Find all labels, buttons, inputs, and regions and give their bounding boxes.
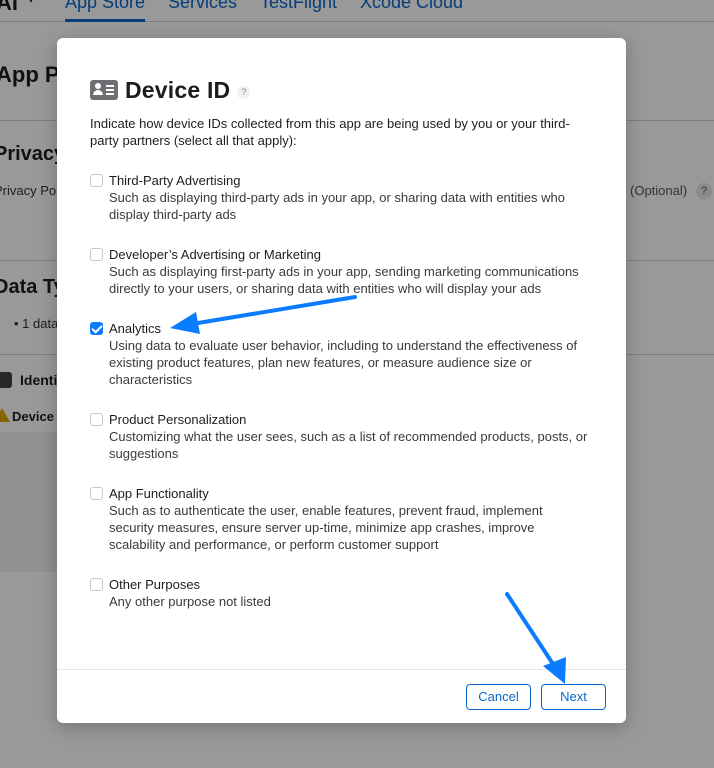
option-label: Other Purposes xyxy=(109,577,201,592)
option-label: Analytics xyxy=(109,321,162,336)
option-label: App Functionality xyxy=(109,486,209,501)
id-card-icon xyxy=(90,80,118,100)
checkbox-checked[interactable] xyxy=(90,322,103,335)
option-third-party-advertising[interactable]: Third-Party Advertising Such as displayi… xyxy=(90,172,590,223)
option-description: Any other purpose not listed xyxy=(109,594,271,609)
help-icon[interactable]: ? xyxy=(237,85,251,99)
checkbox[interactable] xyxy=(90,413,103,426)
option-description: Using data to evaluate user behavior, in… xyxy=(109,338,578,387)
option-description: Such as displaying third-party ads in yo… xyxy=(109,190,565,222)
option-label: Third-Party Advertising xyxy=(109,173,241,188)
next-button[interactable]: Next xyxy=(541,684,606,710)
option-product-personalization[interactable]: Product Personalization Customizing what… xyxy=(90,411,590,462)
option-app-functionality[interactable]: App Functionality Such as to authenticat… xyxy=(90,485,590,553)
option-analytics[interactable]: Analytics Using data to evaluate user be… xyxy=(90,320,590,388)
option-description: Such as displaying first-party ads in yo… xyxy=(109,264,579,296)
device-id-dialog: Device ID ? Indicate how device IDs coll… xyxy=(57,38,626,723)
option-description: Customizing what the user sees, such as … xyxy=(109,429,588,461)
dialog-title: Device ID xyxy=(125,76,231,103)
cancel-button[interactable]: Cancel xyxy=(466,684,531,710)
option-other-purposes[interactable]: Other Purposes Any other purpose not lis… xyxy=(90,576,590,610)
dialog-intro-text: Indicate how device IDs collected from t… xyxy=(90,116,570,148)
option-description: Such as to authenticate the user, enable… xyxy=(109,503,543,552)
checkbox[interactable] xyxy=(90,248,103,261)
footer-divider xyxy=(57,669,626,670)
option-developers-advertising[interactable]: Developer’s Advertising or Marketing Suc… xyxy=(90,246,590,297)
dialog-header: Device ID ? xyxy=(90,76,251,104)
option-label: Product Personalization xyxy=(109,412,247,427)
checkbox[interactable] xyxy=(90,578,103,591)
checkbox[interactable] xyxy=(90,174,103,187)
option-label: Developer’s Advertising or Marketing xyxy=(109,247,321,262)
checkbox[interactable] xyxy=(90,487,103,500)
